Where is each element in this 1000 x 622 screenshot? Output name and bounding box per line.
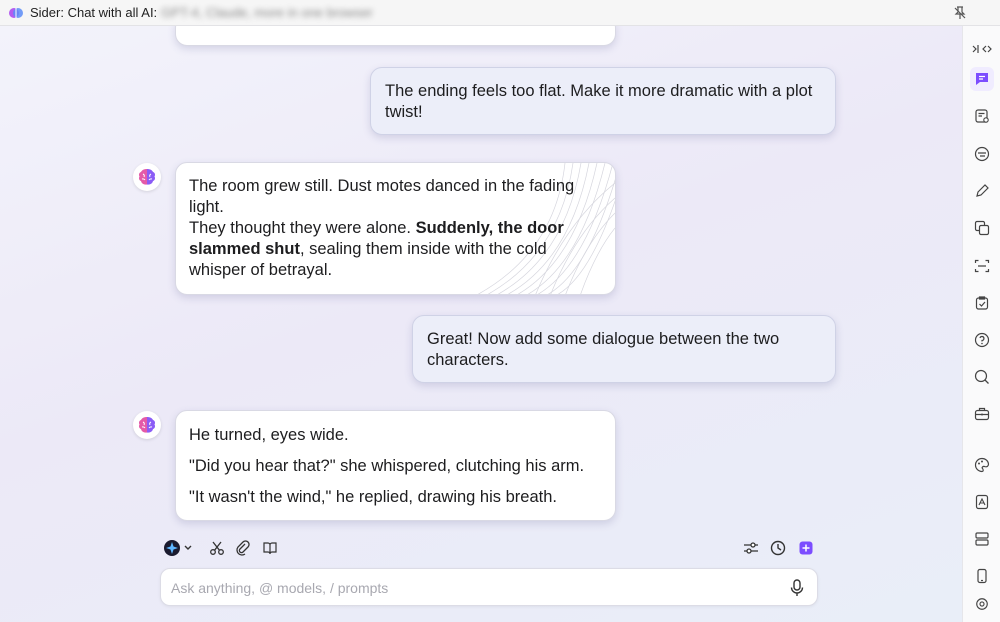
write-icon <box>976 184 989 197</box>
collapse-sidebar-button[interactable] <box>971 40 993 58</box>
book-icon <box>263 542 277 555</box>
title-bar: Sider: Chat with all AI: GPT-4, Claude, … <box>0 0 1000 26</box>
message-paragraph: He turned, eyes wide. <box>189 426 349 444</box>
message-text: Great! Now add some dialogue between the… <box>427 330 784 369</box>
user-message: Great! Now add some dialogue between the… <box>412 315 836 383</box>
search-icon <box>974 369 989 384</box>
window-title: Sider: Chat with all AI: <box>30 5 158 20</box>
assistant-message: He turned, eyes wide. "Did you hear that… <box>175 410 616 521</box>
chat-area: The ending feels too flat. Make it more … <box>0 26 962 622</box>
file-chat-icon <box>975 109 989 123</box>
target-icon <box>976 598 988 610</box>
screenshot-button[interactable] <box>208 539 226 557</box>
collapse-icon <box>972 45 992 53</box>
chat-settings-button[interactable] <box>742 539 760 557</box>
sidebar-item-chat[interactable] <box>970 67 994 91</box>
toolbox-icon <box>974 407 990 421</box>
translate-icon <box>974 146 990 162</box>
sidebar-item-mobile[interactable] <box>973 567 991 585</box>
history-icon <box>770 540 786 556</box>
new-chat-icon <box>799 541 813 555</box>
sidebar-item-translate[interactable] <box>973 145 991 163</box>
sidebar-item-toolbox[interactable] <box>973 405 991 423</box>
attach-icon <box>236 540 250 556</box>
chat-icon <box>976 73 988 85</box>
sider-logo-icon <box>9 7 23 18</box>
sidebar-item-search[interactable] <box>973 368 991 386</box>
message-input-box <box>160 568 818 606</box>
checklist-icon <box>975 296 989 310</box>
new-chat-button[interactable] <box>797 539 815 557</box>
brain-icon <box>139 417 155 433</box>
settings-sliders-icon <box>744 542 758 554</box>
message-paragraph: "It wasn't the wind," he replied, drawin… <box>189 488 557 506</box>
sidebar-item-layout[interactable] <box>973 530 991 548</box>
sidebar-item-pdf[interactable] <box>973 493 991 511</box>
ai-avatar <box>133 411 161 439</box>
sidebar-item-write[interactable] <box>973 182 991 200</box>
user-message: The ending feels too flat. Make it more … <box>370 67 836 135</box>
assistant-message: The room grew still. Dust motes danced i… <box>175 162 616 295</box>
window-title-obscured: GPT-4, Claude, more in one browser <box>161 5 373 20</box>
attach-button[interactable] <box>234 539 252 557</box>
previous-message-bubble <box>175 26 616 46</box>
microphone-icon[interactable] <box>789 579 805 597</box>
unpin-icon[interactable] <box>952 5 968 21</box>
history-button[interactable] <box>769 539 787 557</box>
brain-icon <box>139 169 155 185</box>
pdf-icon <box>975 494 989 510</box>
sidebar-item-theme[interactable] <box>973 456 991 474</box>
right-sidebar <box>962 26 1000 622</box>
message-paragraph: "Did you hear that?" she whispered, clut… <box>189 457 585 475</box>
ai-avatar <box>133 163 161 191</box>
sidebar-item-scan[interactable] <box>973 257 991 275</box>
message-input[interactable] <box>171 577 781 599</box>
scan-icon <box>974 259 990 273</box>
prompt-library-button[interactable] <box>261 539 279 557</box>
message-text: The ending feels too flat. Make it more … <box>385 82 817 121</box>
model-selector-icon <box>164 540 192 556</box>
sidebar-item-checklist[interactable] <box>973 294 991 312</box>
layout-icon <box>975 532 989 546</box>
sidebar-item-settings[interactable] <box>973 595 991 613</box>
message-text: The room grew still. Dust motes danced i… <box>189 177 579 216</box>
help-icon <box>974 332 990 348</box>
image-icon <box>974 220 990 236</box>
message-text-emphasis: They thought they were alone. Suddenly, … <box>189 218 602 281</box>
sidebar-item-file-chat[interactable] <box>973 107 991 125</box>
palette-icon <box>974 457 990 473</box>
phone-icon <box>977 568 987 584</box>
sidebar-item-image[interactable] <box>973 219 991 237</box>
scissors-icon <box>210 541 224 555</box>
text-run: They thought they were alone. <box>189 219 416 237</box>
sidebar-item-help[interactable] <box>973 331 991 349</box>
model-selector-button[interactable] <box>163 539 193 557</box>
